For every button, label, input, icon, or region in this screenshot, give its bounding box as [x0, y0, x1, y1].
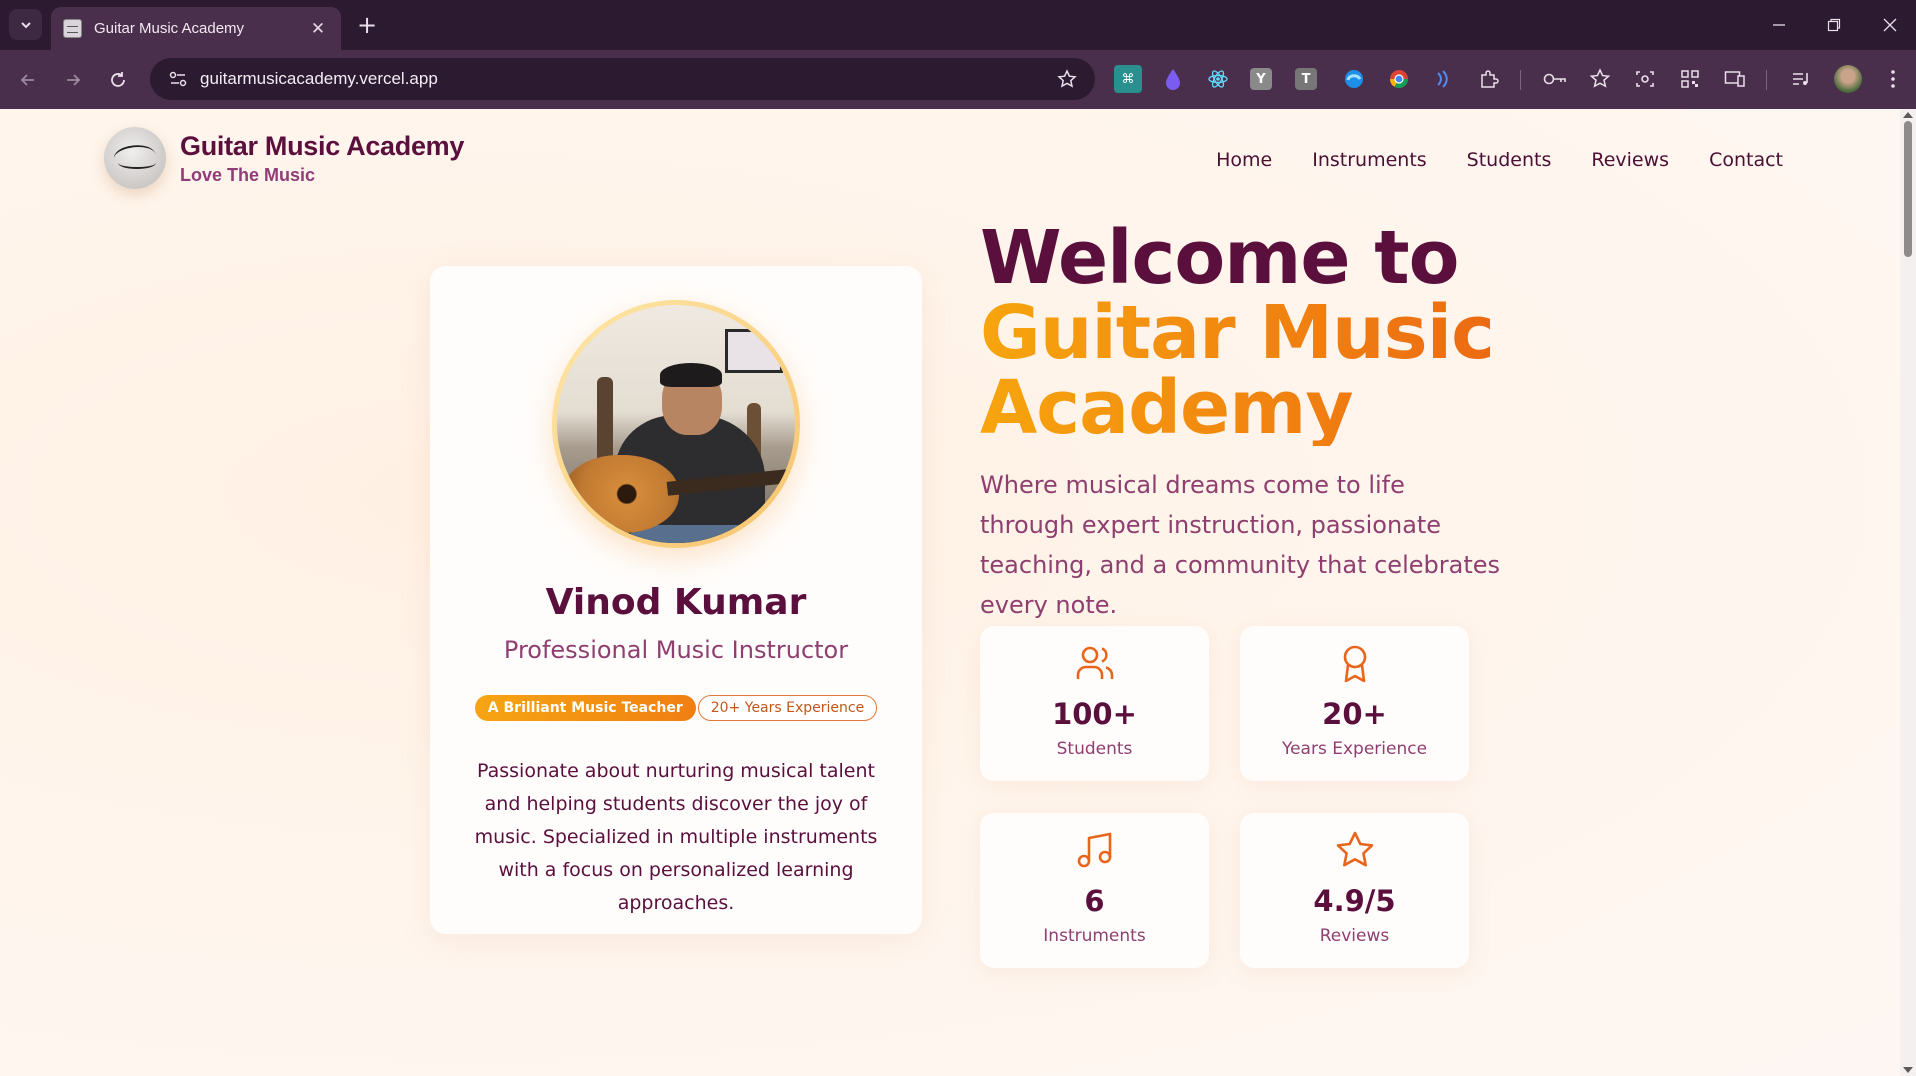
edge-icon[interactable]	[1340, 65, 1368, 93]
qr-icon[interactable]	[1676, 65, 1704, 93]
page-scrollbar[interactable]	[1900, 109, 1916, 1076]
instructor-bio: Passionate about nurturing musical talen…	[474, 760, 878, 914]
address-bar[interactable]: guitarmusicacademy.vercel.app	[150, 58, 1095, 100]
stat-value-experience: 20+	[1322, 697, 1387, 731]
profile-avatar[interactable]	[1834, 65, 1862, 93]
site-favicon-icon	[63, 19, 82, 38]
close-icon	[1883, 18, 1897, 32]
scroll-up-arrow-icon[interactable]	[1903, 112, 1913, 118]
instructor-photo	[557, 305, 795, 543]
chrome-icon[interactable]	[1385, 65, 1413, 93]
instructor-role: Professional Music Instructor	[503, 636, 849, 664]
hero-title-line3: Academy	[980, 371, 1494, 446]
restore-icon	[1827, 18, 1841, 32]
browser-tab-bar: Guitar Music Academy ✕ +	[0, 0, 1916, 50]
forward-button[interactable]	[57, 64, 89, 96]
stat-value-students: 100+	[1052, 697, 1137, 731]
teacher-badge: A Brilliant Music Teacher	[474, 695, 696, 721]
stat-label-reviews: Reviews	[1319, 926, 1390, 946]
reload-button[interactable]	[102, 64, 134, 96]
stat-label-experience: Years Experience	[1281, 739, 1428, 759]
academy-logo[interactable]	[104, 127, 166, 189]
experience-badge: 20+ Years Experience	[697, 695, 878, 721]
brand[interactable]: Guitar Music Academy Love The Music	[104, 127, 464, 189]
nav-contact[interactable]: Contact	[1709, 149, 1783, 171]
bookmark-star-icon[interactable]	[1047, 69, 1087, 89]
nav-instruments[interactable]: Instruments	[1312, 149, 1426, 171]
stat-card-reviews: 4.9/5 Reviews	[1240, 813, 1469, 968]
scrollbar-thumb[interactable]	[1904, 121, 1912, 257]
reload-icon	[111, 72, 125, 87]
brand-tagline: Love The Music	[180, 164, 316, 185]
url-text[interactable]: guitarmusicacademy.vercel.app	[200, 69, 1047, 89]
toolbar-divider-2	[1766, 70, 1767, 90]
stat-card-instruments: 6 Instruments	[980, 813, 1209, 968]
y-icon[interactable]: Y	[1250, 68, 1272, 90]
stat-value-reviews: 4.9/5	[1313, 884, 1396, 918]
close-window-button[interactable]	[1862, 0, 1916, 50]
arrow-left-icon	[20, 74, 34, 86]
hero-subtitle: Where musical dreams come to life throug…	[980, 471, 1500, 619]
hero-title-line1: Welcome to	[980, 215, 1460, 301]
new-tab-button[interactable]: +	[352, 10, 382, 40]
instructor-card: Vinod Kumar Professional Music Instructo…	[430, 266, 922, 934]
key-icon[interactable]	[1541, 65, 1569, 93]
brand-name: Guitar Music Academy	[180, 130, 465, 161]
tab-search-button[interactable]	[9, 9, 42, 40]
react-icon[interactable]	[1204, 65, 1232, 93]
stat-label-instruments: Instruments	[1043, 926, 1146, 946]
photo-person-hair	[660, 363, 722, 387]
puzzle-icon[interactable]	[1475, 65, 1503, 93]
stat-value-instruments: 6	[1084, 884, 1105, 918]
photo-wall-poster	[725, 329, 783, 373]
nav-students[interactable]: Students	[1467, 149, 1552, 171]
drop-icon[interactable]	[1159, 65, 1187, 93]
screenshot-icon[interactable]	[1631, 65, 1659, 93]
instructor-photo-frame	[552, 300, 800, 548]
favorites-icon[interactable]	[1586, 65, 1614, 93]
hero-title-line2: Guitar Music	[980, 290, 1495, 376]
media-icon[interactable]	[1787, 65, 1815, 93]
main-nav: Home Instruments Students Reviews Contac…	[1216, 149, 1783, 171]
users-icon	[980, 644, 1209, 682]
wifi-icon[interactable]	[1430, 65, 1458, 93]
browser-tab[interactable]: Guitar Music Academy ✕	[51, 7, 341, 50]
nav-reviews[interactable]: Reviews	[1591, 149, 1669, 171]
page-viewport: Guitar Music Academy Love The Music Home…	[0, 109, 1900, 1076]
more-menu-icon[interactable]	[1879, 65, 1907, 93]
star-icon	[1240, 831, 1469, 869]
photo-acoustic-guitar	[563, 455, 679, 533]
stat-card-students: 100+ Students	[980, 626, 1209, 781]
arrow-right-icon	[67, 74, 81, 86]
instructor-badges: A Brilliant Music Teacher 20+ Years Expe…	[430, 695, 922, 721]
stat-label-students: Students	[1056, 739, 1133, 759]
toolbar-divider	[1520, 70, 1521, 90]
minimize-icon	[1773, 24, 1785, 26]
restore-button[interactable]	[1806, 0, 1862, 50]
close-tab-icon[interactable]: ✕	[307, 19, 329, 39]
award-icon	[1240, 644, 1469, 684]
hero-title: Welcome to Guitar Music Academy	[980, 215, 1495, 446]
browser-toolbar: guitarmusicacademy.vercel.app ⌘ Y T	[0, 50, 1916, 109]
ai-icon[interactable]: ⌘	[1114, 65, 1142, 93]
tab-title: Guitar Music Academy	[94, 20, 245, 37]
minimize-button[interactable]	[1751, 0, 1807, 50]
nav-home[interactable]: Home	[1216, 149, 1272, 171]
site-info-icon[interactable]	[156, 70, 200, 88]
devices-icon[interactable]	[1721, 65, 1749, 93]
music-note-icon	[980, 831, 1209, 869]
scroll-down-arrow-icon[interactable]	[1903, 1067, 1913, 1073]
stat-card-experience: 20+ Years Experience	[1240, 626, 1469, 781]
chevron-down-icon	[20, 21, 31, 28]
back-button[interactable]	[12, 64, 44, 96]
instructor-name: Vinod Kumar	[545, 582, 807, 623]
logo-script-underline	[118, 157, 156, 169]
t-icon[interactable]: T	[1295, 68, 1317, 90]
